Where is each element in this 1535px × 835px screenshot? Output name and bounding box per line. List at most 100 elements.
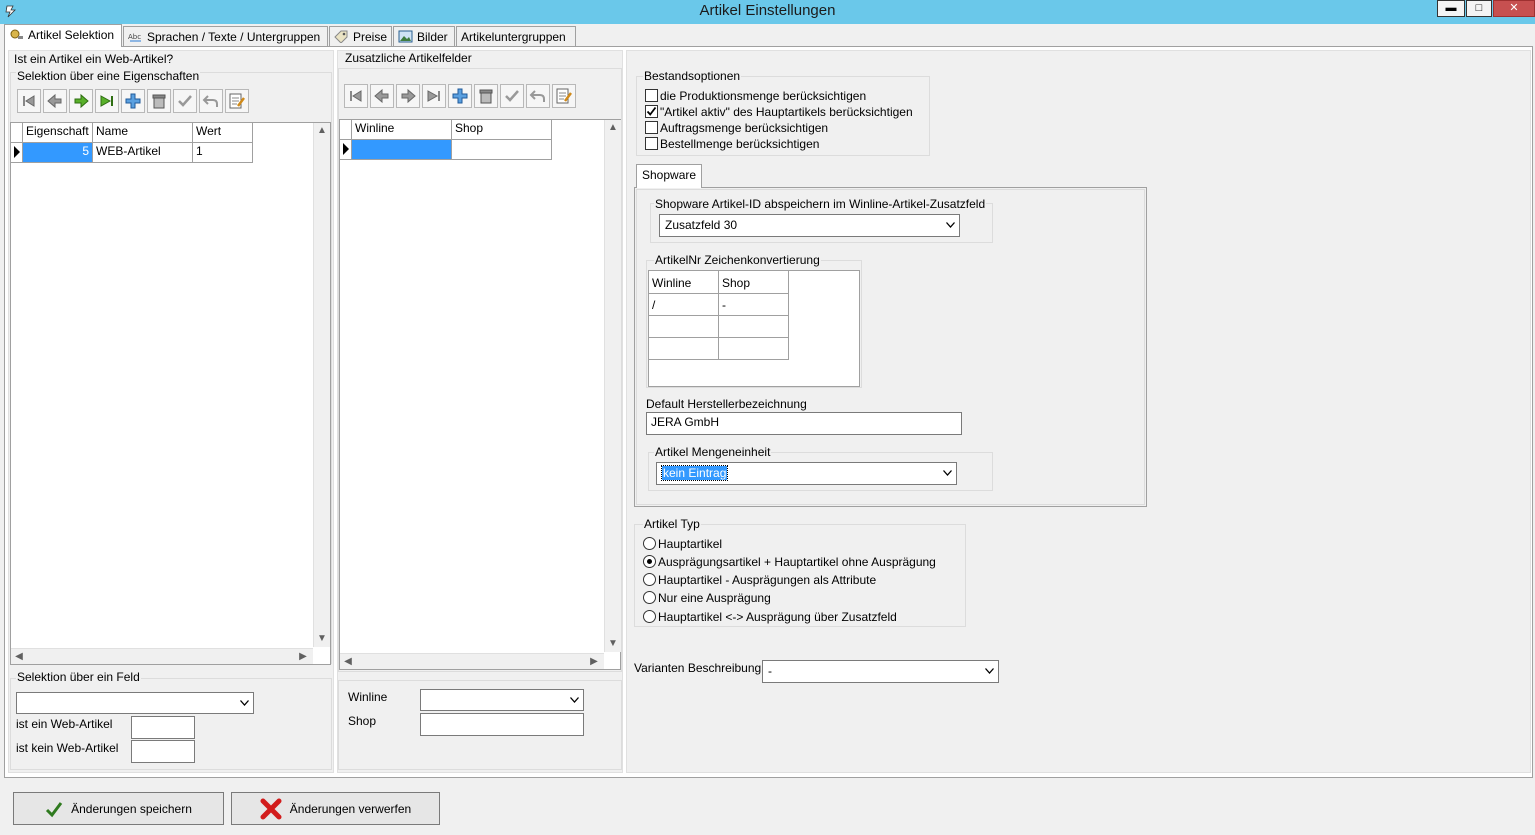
chevron-down-icon xyxy=(985,668,994,674)
undo-button[interactable] xyxy=(526,84,550,108)
column-header[interactable]: Name xyxy=(93,123,193,143)
last-icon xyxy=(427,90,440,102)
production-qty-checkbox[interactable] xyxy=(645,89,658,102)
delete-record-button[interactable] xyxy=(474,84,498,108)
table-cell-name[interactable]: WEB-Artikel xyxy=(93,143,193,163)
column-header[interactable]: Eigenschaft xyxy=(23,123,93,143)
type-single-variant-label: Nur eine Ausprägung xyxy=(658,591,771,605)
horizontal-scrollbar[interactable]: ◀ ▶ xyxy=(340,653,604,669)
minimize-button[interactable]: ▬ xyxy=(1437,0,1465,17)
previous-record-button[interactable] xyxy=(370,84,394,108)
table-cell-shop[interactable]: - xyxy=(719,294,789,316)
add-record-button[interactable] xyxy=(448,84,472,108)
first-record-button[interactable] xyxy=(344,84,368,108)
column-header[interactable]: Winline xyxy=(352,120,452,140)
char-conversion-grid: Winline Shop / - xyxy=(648,270,860,387)
settings-icon xyxy=(10,29,23,39)
order-qty-checkbox[interactable] xyxy=(645,121,658,134)
add-record-button[interactable] xyxy=(121,89,145,113)
column-header[interactable]: Winline xyxy=(649,271,719,294)
delete-record-button[interactable] xyxy=(147,89,171,113)
previous-record-button[interactable] xyxy=(43,89,67,113)
confirm-button[interactable] xyxy=(173,89,197,113)
id-field-select[interactable]: Zusatzfeld 30 xyxy=(659,214,960,237)
edit-list-icon xyxy=(556,88,572,104)
undo-button[interactable] xyxy=(199,89,223,113)
row-header-corner xyxy=(340,120,352,140)
checkmark-icon xyxy=(646,106,657,116)
table-cell-winline[interactable] xyxy=(649,338,719,360)
tab-label: Artikel Selektion xyxy=(28,28,115,42)
scroll-left-arrow[interactable]: ◀ xyxy=(340,654,356,670)
property-selection-title: Selektion über eine Eigenschaften xyxy=(16,69,201,83)
tab-artikel-selektion[interactable]: Artikel Selektion xyxy=(4,24,122,47)
type-single-variant-radio[interactable] xyxy=(643,591,656,604)
confirm-button[interactable] xyxy=(500,84,524,108)
chevron-down-icon xyxy=(570,697,579,703)
next-record-button[interactable] xyxy=(69,89,93,113)
scroll-right-arrow[interactable]: ▶ xyxy=(586,654,602,670)
horizontal-scrollbar[interactable]: ◀ ▶ xyxy=(11,648,313,664)
first-record-button[interactable] xyxy=(17,89,41,113)
picture-icon xyxy=(398,30,413,43)
discard-changes-label: Änderungen verwerfen xyxy=(289,801,412,816)
row-indicator xyxy=(11,143,23,163)
not-web-article-input[interactable] xyxy=(131,740,195,763)
article-active-checkbox[interactable] xyxy=(645,105,658,118)
next-record-button[interactable] xyxy=(396,84,420,108)
purchase-qty-checkbox[interactable] xyxy=(645,137,658,150)
arrow-right-icon xyxy=(74,93,89,109)
manufacturer-input[interactable]: JERA GmbH xyxy=(646,412,962,435)
tab-bilder[interactable]: Bilder xyxy=(393,26,455,47)
type-extra-field-label: Hauptartikel <-> Ausprägung über Zusatzf… xyxy=(658,610,897,624)
tab-shopware[interactable]: Shopware xyxy=(636,164,702,188)
maximize-button[interactable]: □ xyxy=(1466,0,1492,17)
vertical-scrollbar[interactable]: ▲ ▼ xyxy=(313,123,330,647)
type-extra-field-radio[interactable] xyxy=(643,610,656,623)
scroll-down-arrow[interactable]: ▼ xyxy=(314,631,330,647)
scroll-left-arrow[interactable]: ◀ xyxy=(11,649,27,665)
type-variant-radio[interactable] xyxy=(643,555,656,568)
table-cell-shop[interactable] xyxy=(452,140,552,160)
type-main-radio[interactable] xyxy=(643,537,656,550)
winline-label: Winline xyxy=(348,690,388,704)
column-header[interactable]: Shop xyxy=(452,120,552,140)
field-select[interactable] xyxy=(16,692,254,714)
is-web-article-input[interactable] xyxy=(131,716,195,739)
table-cell-winline[interactable]: / xyxy=(649,294,719,316)
discard-changes-button[interactable]: Änderungen verwerfen xyxy=(231,792,440,825)
additional-fields-title: Zusatzliche Artikelfelder xyxy=(345,51,472,65)
row-header-corner xyxy=(11,123,23,143)
last-record-button[interactable] xyxy=(95,89,119,113)
check-icon xyxy=(505,90,519,102)
stock-options-title: Bestandsoptionen xyxy=(643,69,742,83)
vertical-scrollbar[interactable]: ▲ ▼ xyxy=(604,120,621,652)
not-web-article-label: ist kein Web-Artikel xyxy=(16,741,119,755)
edit-record-button[interactable] xyxy=(552,84,576,108)
table-cell-winline[interactable] xyxy=(649,316,719,338)
column-header[interactable]: Wert xyxy=(193,123,253,143)
winline-select[interactable] xyxy=(420,689,584,711)
last-record-button[interactable] xyxy=(422,84,446,108)
shop-input[interactable] xyxy=(420,713,584,736)
additional-fields-toolbar xyxy=(344,84,576,110)
table-cell-wert[interactable]: 1 xyxy=(193,143,253,163)
table-cell-shop[interactable] xyxy=(719,338,789,360)
type-attribute-radio[interactable] xyxy=(643,573,656,586)
close-button[interactable]: ✕ xyxy=(1493,0,1535,17)
scroll-right-arrow[interactable]: ▶ xyxy=(295,649,311,665)
tab-sprachen[interactable]: Abc Sprachen / Texte / Untergruppen xyxy=(123,26,328,47)
table-cell-eigenschaft[interactable]: 5 xyxy=(23,143,93,163)
table-cell-shop[interactable] xyxy=(719,316,789,338)
tab-artikeluntergruppen[interactable]: Artikeluntergruppen xyxy=(456,26,576,47)
variants-select[interactable]: - xyxy=(762,660,999,683)
tab-preise[interactable]: Preise xyxy=(329,26,392,47)
table-cell-winline[interactable] xyxy=(352,140,452,160)
edit-record-button[interactable] xyxy=(225,89,249,113)
save-changes-button[interactable]: Änderungen speichern xyxy=(13,792,224,825)
unit-select[interactable]: kein Eintrag xyxy=(656,462,957,485)
scroll-up-arrow[interactable]: ▲ xyxy=(314,123,330,139)
scroll-down-arrow[interactable]: ▼ xyxy=(605,636,621,652)
column-header[interactable]: Shop xyxy=(719,271,789,294)
scroll-up-arrow[interactable]: ▲ xyxy=(605,120,621,136)
